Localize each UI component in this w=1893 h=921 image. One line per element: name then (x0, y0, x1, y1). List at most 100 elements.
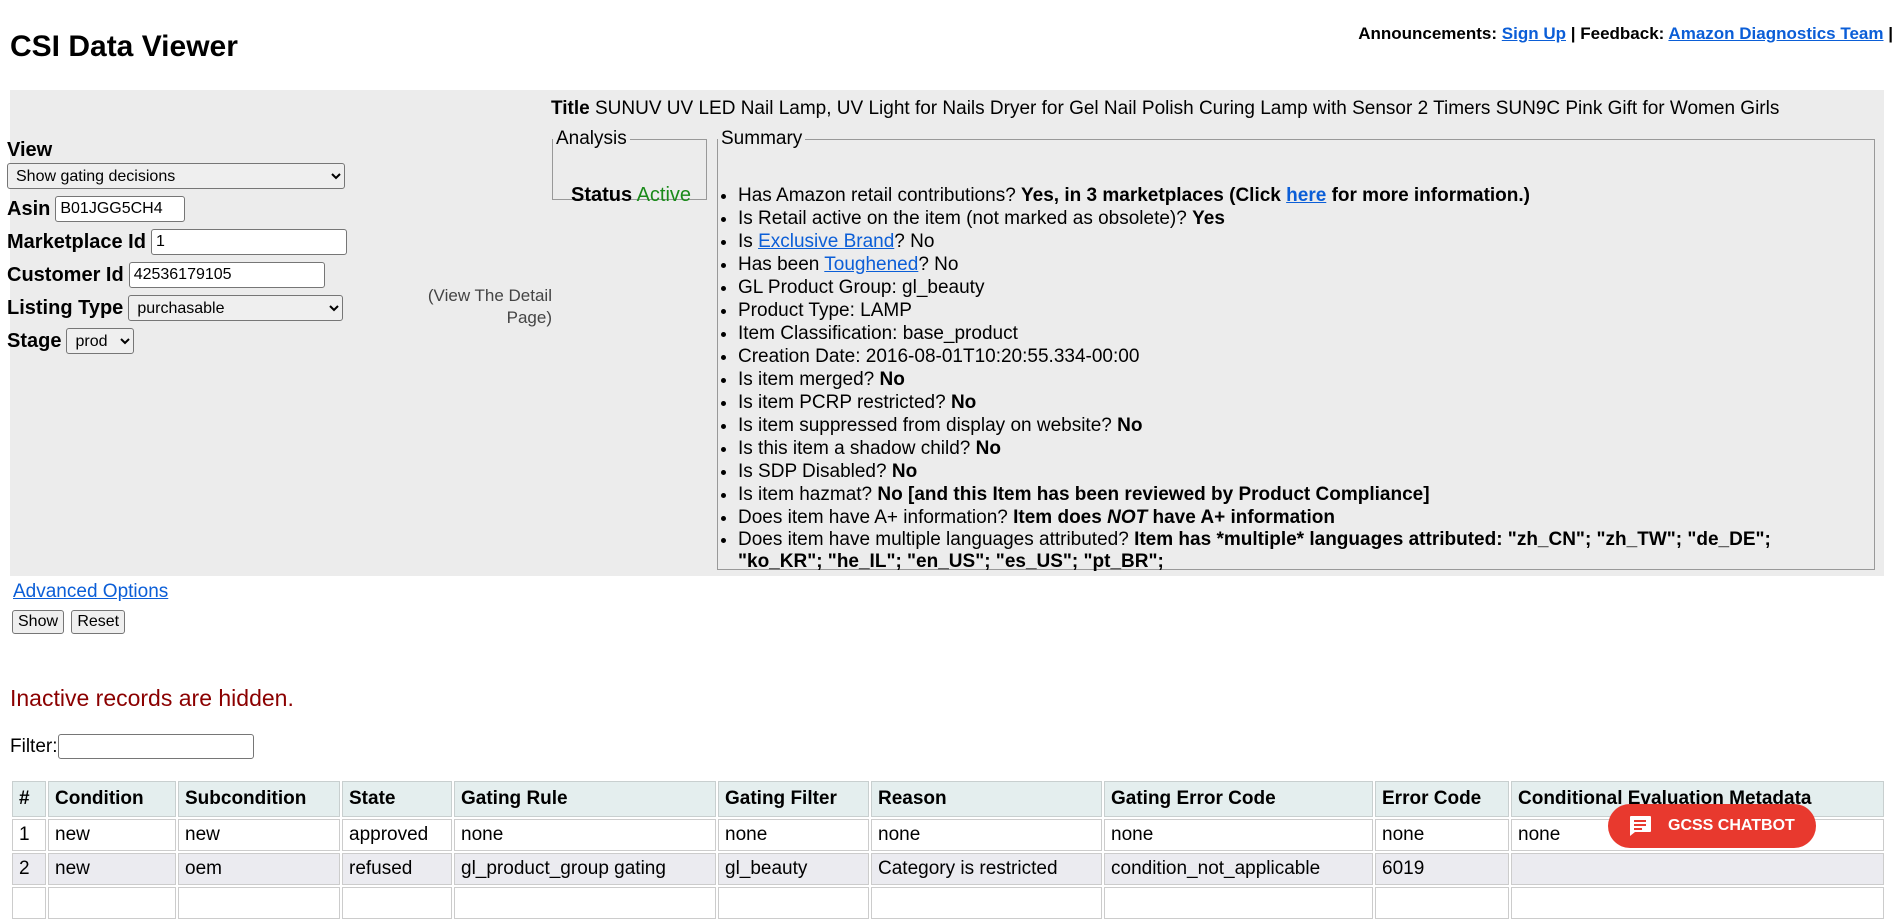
column-header[interactable]: Gating Filter (718, 781, 869, 817)
table-cell: approved (342, 819, 452, 851)
question: Is item PCRP restricted? (738, 392, 946, 413)
listing-type-select[interactable]: purchasable (128, 295, 344, 321)
feedback-link[interactable]: Amazon Diagnostics Team (1668, 24, 1883, 43)
table-cell: gl_beauty (718, 853, 869, 885)
question: Has Amazon retail contributions? (738, 185, 1016, 206)
customer-id-input[interactable] (128, 262, 325, 288)
status-value: Active (636, 184, 692, 206)
list-item: Does item have multiple languages attrib… (738, 529, 1838, 573)
list-item: GL Product Group: gl_beauty (738, 276, 1838, 299)
summary-list: Has Amazon retail contributions? Yes, in… (718, 184, 1838, 573)
answer: ? No (894, 231, 935, 252)
marketplace-id-label: Marketplace Id (7, 230, 146, 253)
answer: No (975, 438, 1001, 459)
show-button[interactable]: Show (12, 610, 65, 634)
signup-link[interactable]: Sign Up (1502, 24, 1566, 43)
question: Does item have A+ information? (738, 507, 1008, 528)
table-cell: none (718, 819, 869, 851)
column-header[interactable]: Reason (871, 781, 1102, 817)
toughened-link[interactable]: Toughened (824, 254, 918, 275)
marketplace-id-input[interactable] (150, 229, 347, 255)
asin-label: Asin (7, 197, 51, 220)
table-cell (1511, 853, 1884, 885)
table-cell: none (454, 819, 716, 851)
more-info-link[interactable]: here (1286, 185, 1326, 206)
table-cell: new (48, 853, 176, 885)
advanced-options-link[interactable]: Advanced Options (13, 581, 168, 603)
column-header[interactable]: Condition (48, 781, 176, 817)
list-item: Is item hazmat? No [and this Item has be… (738, 483, 1838, 506)
feedback-label: Feedback: (1580, 24, 1665, 43)
analysis-legend: Analysis (556, 128, 627, 149)
list-item: Product Type: LAMP (738, 299, 1838, 322)
answer: No [and this Item has been reviewed by P… (877, 484, 1430, 505)
question: Is SDP Disabled? (738, 461, 887, 482)
chat-bubble-icon (1630, 816, 1651, 836)
summary-box: Summary Has Amazon retail contributions?… (717, 128, 1875, 573)
item-title: Title SUNUV UV LED Nail Lamp, UV Light f… (551, 98, 1779, 120)
form-buttons: Show Reset (12, 610, 127, 634)
list-item: Does item have A+ information? Item does… (738, 506, 1838, 529)
table-cell: 1 (12, 819, 46, 851)
table-row: 1 new new approved none none none none n… (12, 819, 1884, 851)
filter-row: Filter: (10, 734, 254, 759)
exclusive-brand-link[interactable]: Exclusive Brand (758, 231, 894, 252)
question: Is item merged? (738, 369, 875, 390)
stage-label: Stage (7, 329, 62, 352)
view-select[interactable]: Show gating decisions (7, 163, 345, 189)
answer: Yes (1192, 208, 1225, 229)
filter-input[interactable] (57, 734, 254, 759)
question: Is Retail active on the item (not marked… (738, 208, 1187, 229)
answer: have A+ information (1152, 507, 1335, 528)
table-cell: oem (178, 853, 340, 885)
asin-input[interactable] (55, 196, 186, 222)
list-item: Is Retail active on the item (not marked… (738, 207, 1838, 230)
column-header[interactable]: Gating Rule (454, 781, 716, 817)
reset-button[interactable]: Reset (71, 610, 126, 634)
chatbot-label: GCSS CHATBOT (1668, 817, 1795, 834)
list-item: Creation Date: 2016-08-01T10:20:55.334-0… (738, 345, 1838, 368)
answer: No (1117, 415, 1143, 436)
list-item: Has Amazon retail contributions? Yes, in… (738, 184, 1838, 207)
analysis-box: Analysis Status Active (552, 128, 707, 206)
header-links: Announcements: Sign Up | Feedback: Amazo… (1358, 24, 1893, 44)
list-item: Is this item a shadow child? No (738, 437, 1838, 460)
table-cell: none (1104, 819, 1373, 851)
table-cell: Category is restricted (871, 853, 1102, 885)
column-header[interactable]: Error Code (1375, 781, 1509, 817)
status-label: Status (571, 184, 633, 206)
question: Has been (738, 254, 820, 275)
list-item: Is item PCRP restricted? No (738, 391, 1838, 414)
gating-table: # Condition Subcondition State Gating Ru… (10, 779, 1886, 921)
column-header[interactable]: # (12, 781, 46, 817)
table-cell: none (871, 819, 1102, 851)
table-cell: 6019 (1375, 853, 1509, 885)
table-cell: gl_product_group gating (454, 853, 716, 885)
table-cell: new (48, 819, 176, 851)
table-cell: none (1375, 819, 1509, 851)
list-item: Is Exclusive Brand? No (738, 230, 1838, 253)
table-row: 2 new oem refused gl_product_group gatin… (12, 853, 1884, 885)
inactive-notice: Inactive records are hidden. (10, 685, 294, 711)
answer: No (950, 392, 977, 413)
answer: No (891, 461, 918, 482)
page-title: CSI Data Viewer (10, 30, 238, 63)
summary-legend: Summary (721, 128, 803, 149)
answer-emphasis: NOT (1107, 507, 1148, 528)
column-header[interactable]: Gating Error Code (1104, 781, 1373, 817)
stage-select[interactable]: prod (66, 328, 135, 354)
customer-id-label: Customer Id (7, 263, 124, 286)
column-header[interactable]: State (342, 781, 452, 817)
view-detail-page-link[interactable]: (View The Detail Page) (420, 285, 552, 329)
listing-type-label: Listing Type (7, 296, 124, 319)
answer: Yes, in 3 marketplaces (Click (1021, 185, 1281, 206)
answer: No (879, 369, 905, 390)
table-cell: condition_not_applicable (1104, 853, 1373, 885)
list-item: Has been Toughened? No (738, 253, 1838, 276)
column-header[interactable]: Subcondition (178, 781, 340, 817)
table-cell: 2 (12, 853, 46, 885)
chatbot-button[interactable]: GCSS CHATBOT (1608, 804, 1816, 848)
separator: | (1570, 24, 1576, 43)
answer: ? No (918, 254, 959, 275)
question: Is this item a shadow child? (738, 438, 971, 459)
